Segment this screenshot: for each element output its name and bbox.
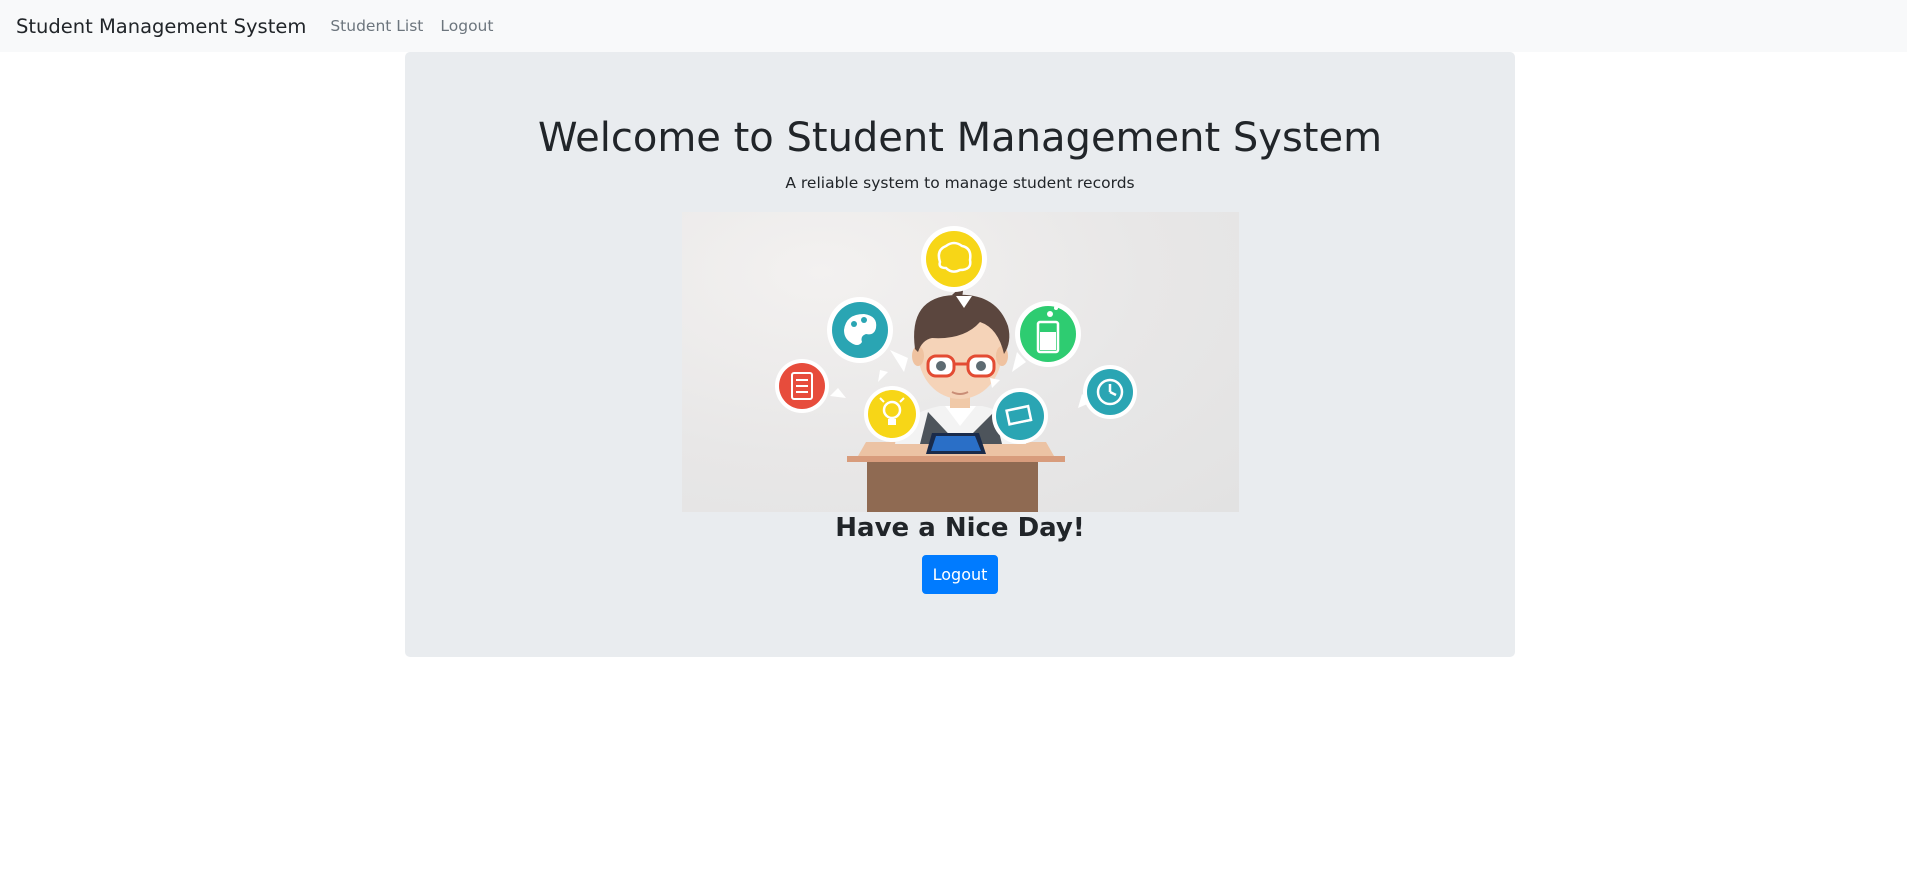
navbar-brand[interactable]: Student Management System: [16, 15, 306, 38]
nav-link-student-list[interactable]: Student List: [330, 17, 423, 35]
page-subtitle: A reliable system to manage student reco…: [785, 174, 1135, 192]
logout-button[interactable]: Logout: [922, 555, 998, 594]
top-navbar: Student Management System Student List L…: [0, 0, 1907, 52]
clock-icon: [1083, 365, 1137, 419]
lightbulb-icon: [864, 386, 920, 442]
palette-icon: [827, 297, 893, 363]
nav-link-logout[interactable]: Logout: [440, 17, 493, 35]
books-icon: [992, 388, 1048, 444]
page-title: Welcome to Student Management System: [537, 115, 1383, 161]
brain-icon: [921, 226, 987, 292]
checklist-icon: [775, 359, 829, 413]
beaker-icon: [1015, 301, 1081, 367]
student-illustration: [682, 212, 1239, 512]
greeting-heading: Have a Nice Day!: [835, 513, 1085, 543]
welcome-jumbotron: Welcome to Student Management System A r…: [405, 52, 1515, 657]
